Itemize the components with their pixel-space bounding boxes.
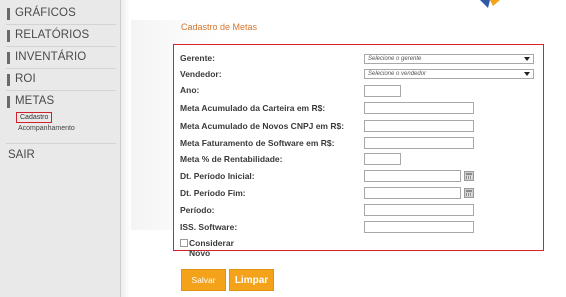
ano-input[interactable] xyxy=(364,85,401,97)
gerente-select-value: Selecione o gerente xyxy=(368,56,422,62)
limpar-button[interactable]: Limpar xyxy=(229,269,274,291)
divider xyxy=(6,90,116,91)
calendar-icon[interactable] xyxy=(464,171,474,181)
gerente-label: Gerente: xyxy=(180,53,215,63)
meta-cnpj-label: Meta Acumulado de Novos CNPJ em R$: xyxy=(180,121,345,131)
meta-cnpj-input[interactable] xyxy=(364,120,474,132)
vendedor-label: Vendedor: xyxy=(180,69,222,79)
sidebar: GRÁFICOS RELATÓRIOS INVENTÁRIO ROI METAS… xyxy=(0,0,130,297)
vendedor-select[interactable]: Selecione o vendedor xyxy=(364,69,534,79)
sidebar-item-label: ROI xyxy=(15,73,36,85)
meta-carteira-input[interactable] xyxy=(364,102,474,114)
sidebar-item-label: METAS xyxy=(15,95,55,107)
sidebar-item-label: GRÁFICOS xyxy=(15,7,76,19)
bullet-icon xyxy=(7,8,10,20)
periodo-input[interactable] xyxy=(364,204,474,216)
dt-inicial-label: Dt. Período Inicial: xyxy=(180,171,255,181)
ano-label: Ano: xyxy=(180,85,200,95)
divider xyxy=(6,46,116,47)
salvar-button[interactable]: Salvar xyxy=(181,269,226,291)
sidebar-item-label: INVENTÁRIO xyxy=(15,51,87,63)
sidebar-item-relatorios[interactable]: RELATÓRIOS xyxy=(0,26,120,48)
dt-fim-label: Dt. Período Fim: xyxy=(180,188,246,198)
iss-software-label: ISS. Software: xyxy=(180,222,238,232)
dt-fim-input[interactable] xyxy=(364,187,461,199)
gerente-select[interactable]: Selecione o gerente xyxy=(364,54,534,64)
vendedor-select-value: Selecione o vendedor xyxy=(368,71,427,77)
divider xyxy=(6,24,116,25)
main-content: Cadastro de Metas Gerente: Selecione o g… xyxy=(121,0,566,297)
sidebar-item-metas[interactable]: METAS xyxy=(0,92,120,114)
meta-rentabilidade-label: Meta % de Rentabilidade: xyxy=(180,154,283,164)
iss-software-input[interactable] xyxy=(364,221,474,233)
sidebar-subitem-cadastro[interactable]: Cadastro xyxy=(16,112,53,123)
chevron-down-icon xyxy=(524,57,530,61)
meta-software-label: Meta Faturamento de Software em R$: xyxy=(180,138,335,148)
divider xyxy=(6,143,116,144)
meta-rentabilidade-input[interactable] xyxy=(364,153,401,165)
page-title: Cadastro de Metas xyxy=(181,22,258,32)
considerar-novo-label: Considerar Novo xyxy=(189,238,234,258)
sidebar-item-sair[interactable]: SAIR xyxy=(8,149,35,161)
logo-icon xyxy=(480,0,500,8)
sidebar-item-inventario[interactable]: INVENTÁRIO xyxy=(0,48,120,70)
bullet-icon xyxy=(7,52,10,64)
sidebar-item-label: RELATÓRIOS xyxy=(15,29,90,41)
meta-carteira-label: Meta Acumulado da Carteira em R$: xyxy=(180,103,326,113)
divider xyxy=(6,68,116,69)
sidebar-item-roi[interactable]: ROI xyxy=(0,70,120,92)
bullet-icon xyxy=(7,30,10,42)
bullet-icon xyxy=(7,96,10,108)
sidebar-subitem-acompanhamento[interactable]: Acompanhamento xyxy=(18,125,75,132)
periodo-label: Período: xyxy=(180,205,215,215)
considerar-novo-checkbox[interactable] xyxy=(180,239,188,247)
chevron-down-icon xyxy=(524,72,530,76)
dt-inicial-input[interactable] xyxy=(364,170,461,182)
sidebar-item-graficos[interactable]: GRÁFICOS xyxy=(0,4,120,26)
metas-form: Gerente: Selecione o gerente Vendedor: S… xyxy=(173,44,544,258)
meta-software-input[interactable] xyxy=(364,137,474,149)
calendar-icon[interactable] xyxy=(464,188,474,198)
bullet-icon xyxy=(7,74,10,86)
